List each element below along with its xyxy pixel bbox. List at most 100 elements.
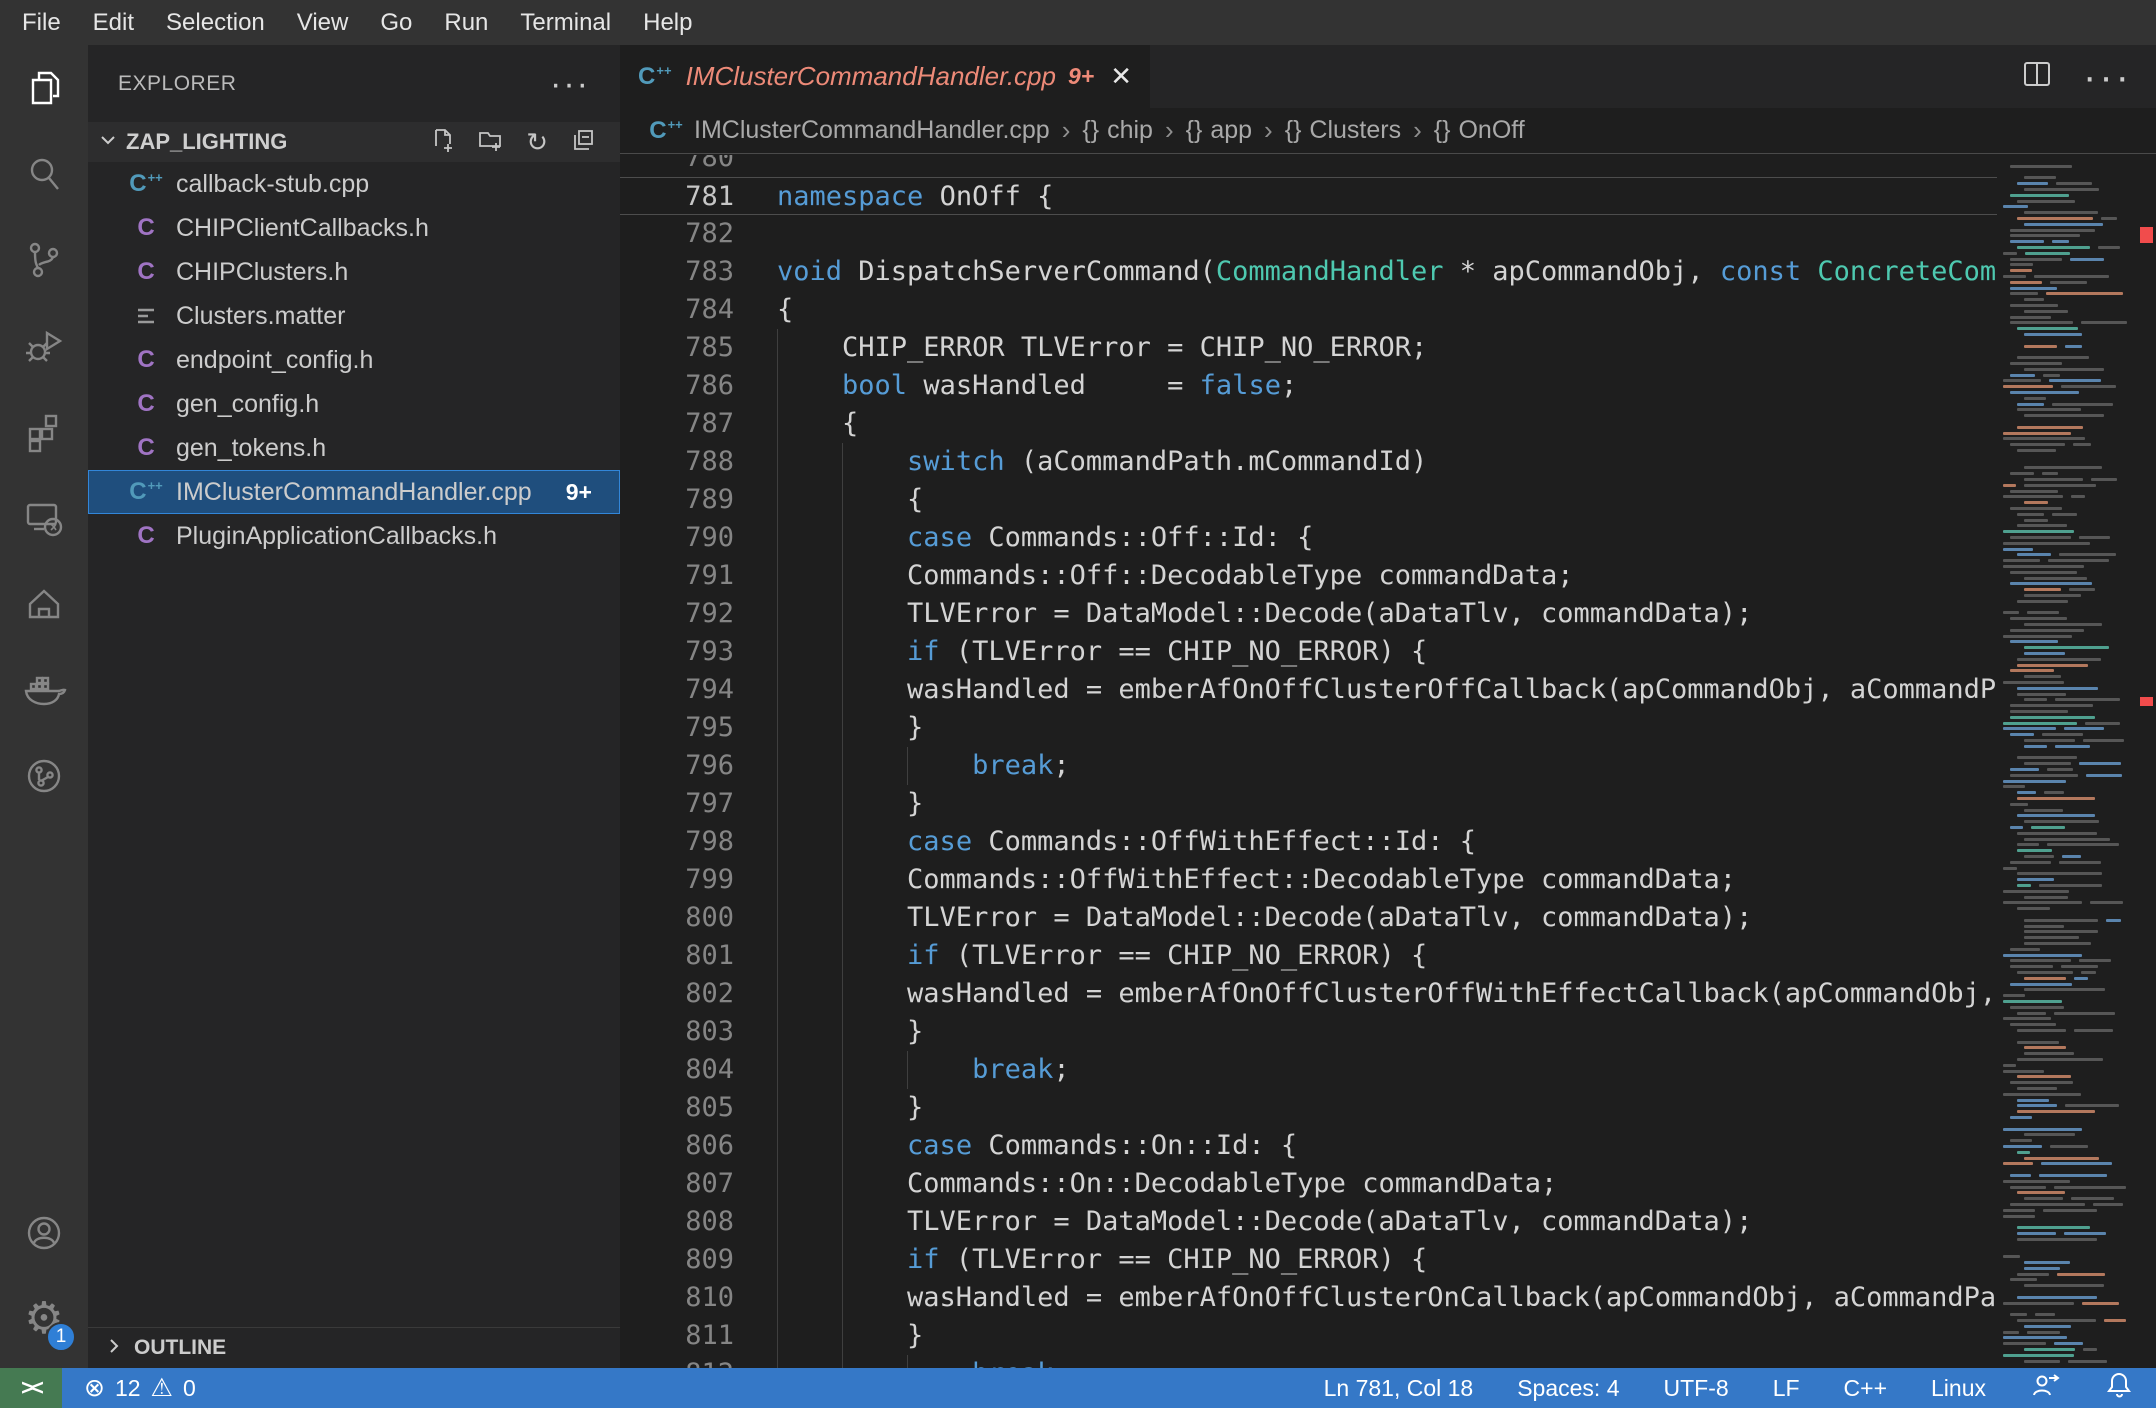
menu-file[interactable]: File [6,9,77,37]
menu-view[interactable]: View [281,9,365,37]
code-line-783: 783 void DispatchServerCommand(CommandHan… [620,253,1997,291]
minimap[interactable] [1997,155,2133,1368]
status-language-mode[interactable]: C++ [1844,1375,1887,1402]
symbol-braces-icon: {} [1082,116,1100,144]
new-file-icon[interactable] [430,127,456,158]
minimap-line [2017,686,2098,690]
close-tab-icon[interactable]: ✕ [1110,61,1132,92]
file-item-Clusters.matter[interactable]: Clusters.matter [88,294,620,338]
status-os[interactable]: Linux [1931,1375,1986,1402]
chevron-down-icon [98,130,118,155]
collapse-folders-icon[interactable] [570,127,596,158]
header-file-icon: C [137,522,155,549]
minimap-line [2010,860,2051,864]
minimap-line [2024,344,2058,348]
menu-selection[interactable]: Selection [150,9,281,37]
minimap-line [2054,1342,2084,1346]
minimap-line [2064,1232,2106,1235]
tab-imclustercommandhandler[interactable]: C ++ IMClusterCommandHandler.cpp 9+ ✕ [620,45,1150,108]
file-item-endpoint_config.h[interactable]: Cendpoint_config.h [88,338,620,382]
extensions-icon[interactable] [0,389,88,475]
explorer-icon[interactable] [0,45,88,131]
minimap-line [2082,1301,2119,1305]
minimap-line [2010,489,2059,493]
outline-section-header[interactable]: OUTLINE [88,1327,620,1368]
folder-section-header[interactable]: ZAP_LIGHTING ↻ [88,122,620,162]
breadcrumb-chip[interactable]: {} chip [1082,116,1153,145]
code-line-790: 790 case Commands::Off::Id: { [620,519,1997,557]
line-number: 799 [685,864,734,895]
overview-ruler[interactable] [2133,155,2156,1368]
settings-gear-icon[interactable]: ⚙ 1 [0,1276,88,1362]
minimap-line [2010,362,2062,365]
line-number: 804 [685,1054,734,1085]
account-icon[interactable] [0,1190,88,1276]
file-item-callback-stub.cpp[interactable]: C ++ callback-stub.cpp [88,162,620,206]
notifications-bell-icon[interactable] [2104,1370,2134,1406]
minimap-line [2017,1087,2058,1090]
minimap-line [2097,246,2121,249]
breadcrumb-app[interactable]: {} app [1186,116,1252,145]
minimap-line [2065,344,2083,348]
folder-name: ZAP_LIGHTING [126,129,288,154]
menu-run[interactable]: Run [428,9,504,37]
new-folder-icon[interactable] [478,127,504,158]
minimap-line [2059,553,2116,557]
split-editor-icon[interactable] [2021,58,2053,95]
line-number: 785 [685,332,734,363]
line-number: 800 [685,902,734,933]
git-graph-icon[interactable] [0,733,88,819]
status-cursor-position[interactable]: Ln 781, Col 18 [1324,1375,1474,1402]
minimap-line [2017,425,2084,429]
feedback-icon[interactable] [2030,1370,2060,1406]
minimap-line [2010,1116,2032,1119]
home-icon[interactable] [0,561,88,647]
explorer-sidebar: EXPLORER ··· ZAP_LIGHTING ↻ C ++ callbac… [88,45,620,1368]
minimap-line [2017,1191,2065,1195]
header-file-icon: C [137,214,155,241]
minimap-line [2003,1000,2062,1003]
run-debug-icon[interactable] [0,303,88,389]
indent-guide [842,975,843,1013]
remote-indicator[interactable]: >< [0,1368,62,1408]
minimap-line [2017,1104,2057,1108]
breadcrumb-file[interactable]: C ++ IMClusterCommandHandler.cpp [648,116,1049,145]
minimap-line [2003,205,2028,209]
minimap-line [2010,617,2067,621]
search-icon[interactable] [0,131,88,217]
code-editor[interactable]: 780 781 namespace OnOff {782 783 void Dispat… [620,155,1997,1368]
indent-guide [777,975,778,1013]
file-item-gen_config.h[interactable]: Cgen_config.h [88,382,620,426]
problems-status[interactable]: ⊗ 12 ⚠ 0 [84,1373,196,1403]
minimap-line [2010,733,2035,737]
breadcrumb-separator: › [1061,115,1071,145]
file-item-CHIPClientCallbacks.h[interactable]: C CHIPClientCallbacks.h [88,206,620,250]
indent-guide [777,1355,778,1368]
code-line-794: 794 wasHandled = emberAfOnOffClusterOffC… [620,671,1997,709]
file-item-CHIPClusters.h[interactable]: C CHIPClusters.h [88,250,620,294]
refresh-icon[interactable]: ↻ [526,129,548,155]
remote-explorer-icon[interactable] [0,475,88,561]
minimap-line [2024,988,2105,992]
minimap-line [2010,321,2074,325]
docker-icon[interactable] [0,647,88,733]
file-item-gen_tokens.h[interactable]: Cgen_tokens.h [88,426,620,470]
minimap-line [2010,768,2039,771]
source-control-icon[interactable] [0,217,88,303]
status-encoding[interactable]: UTF-8 [1664,1375,1729,1402]
menu-go[interactable]: Go [364,9,428,37]
breadcrumb-onoff[interactable]: {} OnOff [1434,116,1525,145]
menu-help[interactable]: Help [627,9,708,37]
explorer-more-actions-icon[interactable]: ··· [550,67,590,101]
minimap-line [2010,982,2072,986]
status-indentation[interactable]: Spaces: 4 [1517,1375,1619,1402]
status-eol[interactable]: LF [1773,1375,1800,1402]
line-number: 805 [685,1092,734,1123]
menu-edit[interactable]: Edit [77,9,150,37]
more-actions-icon[interactable]: ··· [2083,57,2132,97]
breadcrumb-clusters[interactable]: {} Clusters [1285,116,1401,145]
menu-terminal[interactable]: Terminal [504,9,627,37]
file-item-IMClusterCommandHandler.cpp[interactable]: C ++ IMClusterCommandHandler.cpp 9+ [88,470,620,514]
file-item-PluginApplicationCallbacks.h[interactable]: C PluginApplicationCallbacks.h [88,514,620,558]
minimap-line [2024,1046,2066,1050]
